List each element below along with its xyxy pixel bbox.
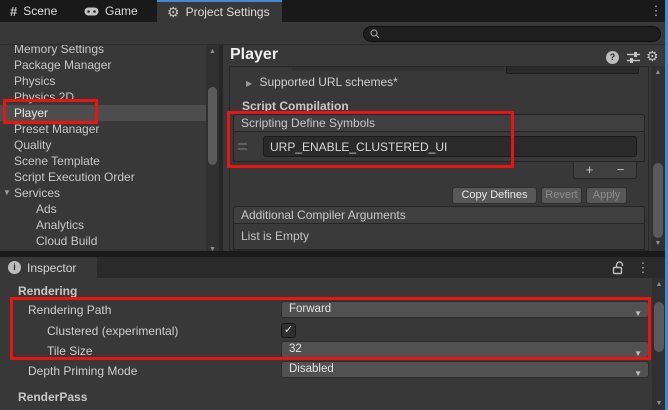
- page-title: Player: [230, 46, 278, 64]
- preset-icon[interactable]: [627, 51, 640, 63]
- help-icon[interactable]: ?: [606, 51, 619, 64]
- revert-button[interactable]: Revert: [541, 187, 582, 204]
- search-icon: [370, 29, 380, 39]
- drag-handle-icon[interactable]: [238, 143, 247, 150]
- rendering-path-label: Rendering Path: [28, 303, 111, 317]
- depth-priming-mode-label: Depth Priming Mode: [28, 364, 137, 378]
- tile-size-dropdown[interactable]: 32 ▼: [281, 341, 649, 358]
- sidebar-item-memory-settings[interactable]: Memory Settings: [0, 45, 206, 57]
- tab-project-settings-label: Project Settings: [186, 5, 270, 19]
- chevron-down-icon: ▼: [634, 366, 642, 381]
- sidebar-item-physics-2d[interactable]: Physics 2D: [0, 89, 206, 105]
- sidebar-item-preset-manager[interactable]: Preset Manager: [0, 121, 206, 137]
- editor-tab-strip: # Scene Game ⚙ Project Settings ⋮: [0, 0, 668, 22]
- panel-splitter[interactable]: [219, 45, 223, 257]
- compiler-arguments-header: Additional Compiler Arguments: [233, 206, 645, 224]
- inspector-menu-icon[interactable]: ⋮: [636, 260, 650, 276]
- lock-open-icon[interactable]: [612, 261, 625, 275]
- sidebar-item-physics[interactable]: Physics: [0, 73, 206, 89]
- info-icon: i: [8, 261, 21, 274]
- apply-button[interactable]: Apply: [586, 187, 627, 204]
- rendering-section-header: Rendering: [18, 284, 77, 298]
- tab-game[interactable]: Game: [74, 0, 157, 22]
- depth-priming-mode-value: Disabled: [289, 363, 334, 375]
- depth-priming-mode-dropdown[interactable]: Disabled ▼: [281, 361, 649, 378]
- chevron-down-icon: ▼: [634, 346, 642, 361]
- unity-editor-window: # Scene Game ⚙ Project Settings ⋮ Memory…: [0, 0, 668, 410]
- scroll-down-icon[interactable]: ▼: [652, 400, 666, 408]
- sidebar-item-quality[interactable]: Quality: [0, 137, 206, 153]
- player-scrollbar-thumb[interactable]: [653, 163, 663, 238]
- tile-size-label: Tile Size: [47, 344, 93, 358]
- search-input[interactable]: [384, 28, 654, 40]
- inspector-scrollbar[interactable]: ▲ ▼: [652, 278, 666, 410]
- inspector-tab-strip: i Inspector ⋮: [0, 257, 668, 278]
- chevron-down-icon: ▼: [634, 306, 642, 321]
- sidebar-item-package-manager[interactable]: Package Manager: [0, 57, 206, 73]
- clustered-checkbox[interactable]: ✓: [281, 323, 296, 338]
- panel-gear-icon[interactable]: ⚙: [646, 49, 659, 63]
- supported-url-schemes-foldout[interactable]: ▶ Supported URL schemes*: [246, 75, 398, 89]
- script-compilation-header: Script Compilation: [242, 99, 349, 113]
- foldout-label: Supported URL schemes*: [260, 75, 398, 89]
- tab-scene-label: Scene: [23, 4, 57, 18]
- tab-inspector[interactable]: i Inspector: [0, 257, 97, 278]
- copy-defines-button[interactable]: Copy Defines: [452, 187, 537, 204]
- sidebar-item-player[interactable]: Player: [0, 105, 206, 121]
- player-panel-scrollbar[interactable]: ▲ ▼: [651, 66, 665, 251]
- tab-game-label: Game: [105, 4, 138, 18]
- window-menu-icon[interactable]: ⋮: [649, 3, 663, 19]
- sidebar-item-services-label: Services: [14, 186, 60, 200]
- settings-sidebar: Memory Settings Package Manager Physics …: [0, 45, 206, 257]
- sidebar-item-analytics[interactable]: Analytics: [0, 217, 206, 233]
- settings-search-field[interactable]: [363, 26, 661, 42]
- sidebar-item-script-execution-order[interactable]: Script Execution Order: [0, 169, 206, 185]
- tile-size-value: 32: [289, 343, 302, 355]
- remove-define-button[interactable]: −: [605, 162, 636, 178]
- clipped-field-remnant: [506, 67, 639, 74]
- tab-project-settings[interactable]: ⚙ Project Settings: [157, 0, 282, 22]
- inspector-scrollbar-thumb[interactable]: [654, 302, 664, 352]
- renderpass-section-header: RenderPass: [18, 390, 87, 404]
- list-footer: + −: [573, 162, 637, 179]
- sidebar-item-cloud-build[interactable]: Cloud Build: [0, 233, 206, 249]
- sidebar-item-ads[interactable]: Ads: [0, 201, 206, 217]
- sidebar-item-services[interactable]: ▼ Services: [0, 185, 206, 201]
- scroll-up-icon[interactable]: ▲: [206, 48, 219, 56]
- foldout-expanded-icon: ▼: [3, 185, 13, 201]
- compiler-arguments-empty: List is Empty: [233, 224, 645, 250]
- scroll-up-icon[interactable]: ▲: [651, 69, 665, 77]
- sidebar-scrollbar-thumb[interactable]: [208, 87, 217, 165]
- clustered-label: Clustered (experimental): [47, 324, 178, 338]
- define-symbol-field[interactable]: [263, 136, 637, 157]
- gear-icon: ⚙: [167, 5, 180, 19]
- add-define-button[interactable]: +: [574, 162, 605, 178]
- clipped-row-remnant: [292, 67, 504, 71]
- scene-grid-icon: #: [10, 4, 17, 19]
- rendering-path-dropdown[interactable]: Forward ▼: [281, 301, 649, 318]
- foldout-collapsed-icon: ▶: [246, 79, 252, 88]
- gamepad-icon: [84, 7, 99, 16]
- tab-scene[interactable]: # Scene: [0, 0, 74, 22]
- tab-inspector-label: Inspector: [27, 261, 76, 275]
- scroll-up-icon[interactable]: ▲: [652, 281, 666, 289]
- define-symbols-header: Scripting Define Symbols: [233, 114, 645, 132]
- sidebar-item-scene-template[interactable]: Scene Template: [0, 153, 206, 169]
- define-symbol-input[interactable]: [264, 137, 636, 156]
- rendering-path-value: Forward: [289, 303, 331, 315]
- scroll-down-icon[interactable]: ▼: [651, 240, 665, 248]
- sidebar-scrollbar[interactable]: ▲ ▼: [206, 45, 219, 257]
